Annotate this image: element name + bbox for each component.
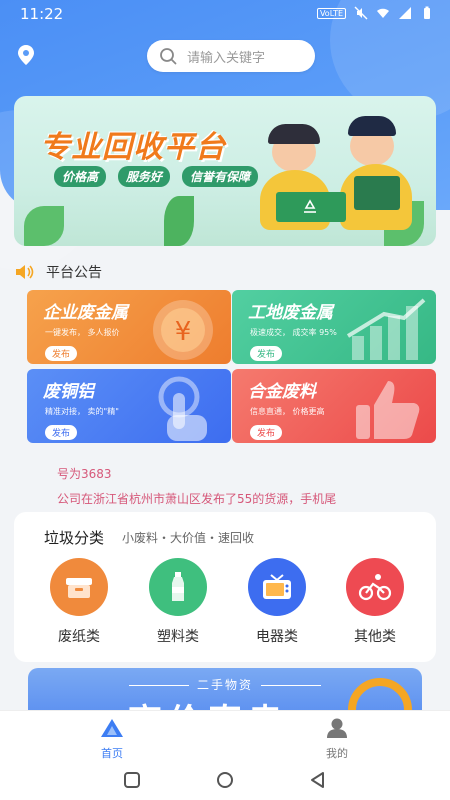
category-label: 其他类 (354, 629, 396, 645)
category-label: 电器类 (256, 629, 298, 645)
mute-icon (354, 6, 368, 20)
ticker-line: 号为3683 (57, 467, 112, 481)
banner2-caption-row: 二手物资 (28, 676, 422, 693)
announcement-bar[interactable]: 平台公告 (14, 262, 102, 282)
paper-category-circle (50, 558, 108, 616)
thumbs-up-icon (356, 381, 420, 439)
card-title: 企业废金属 (43, 303, 128, 323)
publish-button[interactable]: 发布 (45, 425, 78, 440)
cyclist-icon (358, 574, 392, 601)
category-label: 塑料类 (157, 629, 199, 645)
publish-button[interactable]: 发布 (45, 346, 78, 361)
battery-icon (424, 6, 430, 19)
bottle-icon (172, 572, 184, 601)
status-icons: VoLTE (316, 6, 434, 20)
card-title: 合金废料 (248, 382, 316, 402)
banner2-caption: 二手物资 (196, 678, 253, 692)
volte-badge: VoLTE (316, 7, 346, 19)
home-button-icon[interactable] (215, 770, 235, 790)
recents-icon[interactable] (122, 770, 142, 790)
category-other[interactable]: 其他类 (340, 558, 410, 646)
card-desc: 一键发布， 多人报价 (45, 328, 120, 337)
announcement-title: 平台公告 (46, 265, 102, 281)
category-electrical[interactable]: 电器类 (242, 558, 312, 646)
back-icon[interactable] (308, 770, 328, 790)
panel-title: 垃圾分类 (44, 529, 105, 547)
user-icon (327, 718, 347, 738)
card-title: 工地废金属 (248, 303, 333, 323)
status-time: 11:22 (20, 5, 64, 23)
wifi-icon (377, 8, 389, 18)
electrical-category-circle (248, 558, 306, 616)
category-plastic[interactable]: 塑料类 (143, 558, 213, 646)
category-card-alloy-scrap[interactable]: 合金废料 信息直通， 价格更高 发布 (232, 369, 436, 443)
publish-button[interactable]: 发布 (250, 425, 283, 440)
card-desc: 极速成交， 成交率 95% (250, 328, 337, 337)
tap-hand-icon (158, 376, 207, 441)
signal-icon (399, 7, 411, 19)
publish-button[interactable]: 发布 (250, 346, 283, 361)
search-input[interactable]: 请输入关键字 (147, 40, 315, 72)
home-icon (101, 719, 123, 737)
plastic-category-circle (149, 558, 207, 616)
garbage-classification-panel: 垃圾分类 小废料・大价值・速回收 废纸类 塑料类 电器类 其他类 (14, 512, 436, 662)
growth-chart-icon (346, 298, 426, 360)
tab-mine[interactable]: 我的 (307, 717, 367, 761)
status-bar: 11:22 VoLTE (0, 0, 450, 28)
panel-subtitle: 小废料・大价值・速回收 (122, 531, 255, 545)
banner-title: 专业回收平台 (40, 130, 226, 165)
banner-tag: 服务好 (118, 166, 171, 187)
location-icon[interactable] (16, 44, 36, 66)
system-nav-bar (0, 760, 450, 800)
other-category-circle (346, 558, 404, 616)
box-icon (66, 578, 92, 598)
speaker-icon (16, 265, 34, 279)
promo-banner[interactable]: 专业回收平台 价格高 服务好 信誉有保障 (14, 96, 436, 246)
category-paper[interactable]: 废纸类 (44, 558, 114, 646)
tv-icon (263, 574, 291, 599)
svg-text:¥: ¥ (175, 317, 192, 347)
banner-tag: 价格高 (54, 166, 107, 187)
card-title: 废铜铝 (43, 382, 94, 402)
tab-home[interactable]: 首页 (82, 717, 142, 761)
category-label: 废纸类 (58, 629, 100, 645)
tab-label: 首页 (101, 747, 123, 760)
recycle-icon (304, 199, 316, 213)
yen-coin-icon: ¥ (153, 300, 213, 360)
search-icon (160, 48, 177, 65)
tab-label: 我的 (326, 747, 348, 760)
bottom-tab-bar: 首页 我的 (0, 710, 450, 760)
category-card-construction-metal[interactable]: 工地废金属 极速成交， 成交率 95% 发布 (232, 290, 436, 364)
card-desc: 信息直通， 价格更高 (250, 407, 325, 416)
ticker-line: 公司在浙江省杭州市萧山区发布了55的货源，手机尾 (57, 492, 337, 506)
category-card-copper-aluminum[interactable]: 废铜铝 精准对接， 卖的"精" 发布 (27, 369, 231, 443)
search-placeholder: 请输入关键字 (187, 50, 266, 66)
card-desc: 精准对接， 卖的"精" (45, 407, 119, 416)
banner-tag: 信誉有保障 (182, 166, 259, 187)
banner-tags: 价格高 服务好 信誉有保障 (54, 166, 259, 187)
category-card-enterprise-metal[interactable]: 企业废金属 一键发布， 多人报价 发布 ¥ (27, 290, 231, 364)
